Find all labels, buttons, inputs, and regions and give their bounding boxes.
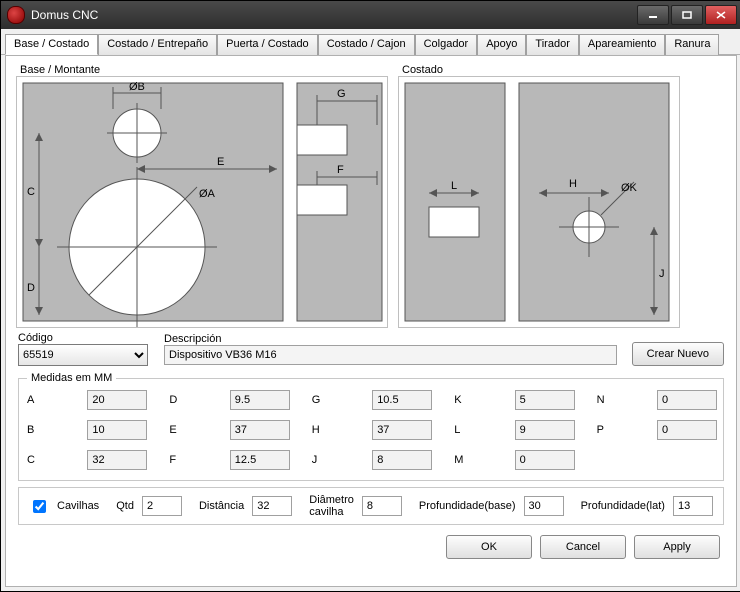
code-desc-row: Código 65519 Descripción Crear Nuevo — [12, 332, 730, 366]
diam-input[interactable] — [362, 496, 402, 516]
tab-puerta-costado[interactable]: Puerta / Costado — [217, 34, 318, 55]
field-H[interactable] — [372, 420, 432, 440]
field-D[interactable] — [230, 390, 290, 410]
dim-A: ØA — [199, 188, 216, 200]
diagram-right-svg: L H ØK J — [398, 76, 680, 328]
tab-costado-entrepano[interactable]: Costado / Entrepaño — [98, 34, 217, 55]
window-title: Domus CNC — [31, 8, 98, 22]
field-P[interactable] — [657, 420, 717, 440]
codigo-label: Código — [18, 332, 158, 344]
tab-base-costado[interactable]: Base / Costado — [5, 34, 98, 55]
maximize-button[interactable] — [671, 5, 703, 25]
medidas-legend: Medidas em MM — [27, 372, 116, 384]
tab-colgador[interactable]: Colgador — [415, 34, 478, 55]
close-button[interactable] — [705, 5, 737, 25]
crear-nuevo-button[interactable]: Crear Nuevo — [632, 342, 724, 366]
ok-button[interactable]: OK — [446, 535, 532, 559]
field-K[interactable] — [515, 390, 575, 410]
cavilhas-label: Cavilhas — [57, 500, 99, 512]
prof-lat-label: Profundidade(lat) — [581, 500, 665, 512]
cavilhas-checkbox[interactable] — [33, 500, 46, 513]
field-M[interactable] — [515, 450, 575, 470]
diagram-left-label: Base / Montante — [16, 64, 388, 76]
lbl-H: H — [312, 424, 326, 436]
field-F[interactable] — [230, 450, 290, 470]
field-G[interactable] — [372, 390, 432, 410]
lbl-L: L — [454, 424, 468, 436]
lbl-D: D — [169, 394, 183, 406]
tab-content: Base / Montante — [5, 55, 737, 587]
app-icon — [7, 6, 25, 24]
diam-label: Diâmetro cavilha — [309, 494, 354, 518]
lbl-K: K — [454, 394, 468, 406]
field-N[interactable] — [657, 390, 717, 410]
dim-E: E — [217, 156, 224, 168]
lbl-B: B — [27, 424, 41, 436]
dim-J: J — [659, 268, 665, 280]
lbl-C: C — [27, 454, 41, 466]
tab-apoyo[interactable]: Apoyo — [477, 34, 526, 55]
lbl-E: E — [169, 424, 183, 436]
dim-B: ØB — [129, 81, 145, 93]
lbl-A: A — [27, 394, 41, 406]
dim-F: F — [337, 164, 344, 176]
cavilhas-row: Cavilhas Qtd Distância Diâmetro cavilha … — [18, 487, 724, 525]
dialog-footer: OK Cancel Apply — [12, 525, 730, 567]
lbl-J: J — [312, 454, 326, 466]
tab-costado-cajon[interactable]: Costado / Cajon — [318, 34, 415, 55]
lbl-M: M — [454, 454, 468, 466]
field-E[interactable] — [230, 420, 290, 440]
dim-L: L — [451, 180, 457, 192]
cancel-button[interactable]: Cancel — [540, 535, 626, 559]
prof-base-input[interactable] — [524, 496, 564, 516]
tab-ranura[interactable]: Ranura — [665, 34, 719, 55]
dim-G: G — [337, 88, 346, 100]
diagram-base-montante: Base / Montante — [16, 64, 388, 328]
descripcion-label: Descripción — [164, 333, 626, 345]
field-J[interactable] — [372, 450, 432, 470]
prof-lat-input[interactable] — [673, 496, 713, 516]
dist-label: Distância — [199, 500, 244, 512]
medidas-fieldset: Medidas em MM A D G K N B E H L P C F J … — [18, 372, 724, 481]
dim-K: ØK — [621, 182, 638, 194]
qtd-label: Qtd — [116, 500, 134, 512]
medidas-grid: A D G K N B E H L P C F J M — [27, 390, 715, 470]
tab-tirador[interactable]: Tirador — [526, 34, 578, 55]
diagram-costado: Costado L — [398, 64, 680, 328]
window-controls — [635, 5, 737, 25]
prof-base-label: Profundidade(base) — [419, 500, 516, 512]
titlebar: Domus CNC — [1, 1, 740, 29]
diagram-row: Base / Montante — [12, 60, 730, 328]
tab-apareamiento[interactable]: Apareamiento — [579, 34, 666, 55]
field-L[interactable] — [515, 420, 575, 440]
apply-button[interactable]: Apply — [634, 535, 720, 559]
field-B[interactable] — [87, 420, 147, 440]
diagram-left-svg: ØB ØA C D E — [16, 76, 388, 328]
lbl-P: P — [597, 424, 611, 436]
lbl-G: G — [312, 394, 326, 406]
lbl-N: N — [597, 394, 611, 406]
field-A[interactable] — [87, 390, 147, 410]
dim-C: C — [27, 186, 35, 198]
field-C[interactable] — [87, 450, 147, 470]
dist-input[interactable] — [252, 496, 292, 516]
descripcion-input[interactable] — [164, 345, 617, 365]
diagram-right-label: Costado — [398, 64, 680, 76]
dim-D: D — [27, 282, 35, 294]
minimize-button[interactable] — [637, 5, 669, 25]
codigo-select[interactable]: 65519 — [18, 344, 148, 366]
qtd-input[interactable] — [142, 496, 182, 516]
dim-H: H — [569, 178, 577, 190]
tab-strip: Base / Costado Costado / Entrepaño Puert… — [1, 29, 740, 55]
app-window: Domus CNC Base / Costado Costado / Entre… — [0, 0, 740, 592]
lbl-F: F — [169, 454, 183, 466]
